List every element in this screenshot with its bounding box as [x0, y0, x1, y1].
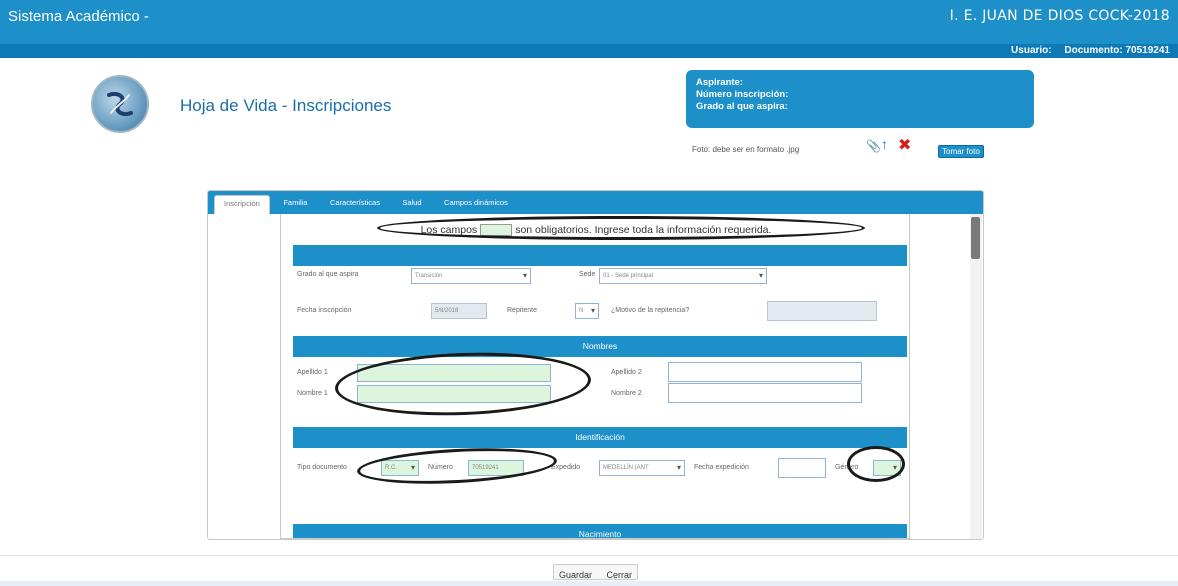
apellido2-input[interactable] [668, 362, 862, 382]
tab-bar: Inscripción Familia Características Salu… [208, 191, 983, 214]
tab-salud[interactable]: Salud [393, 195, 430, 214]
school-name: I. E. JUAN DE DIOS COCK-2018 [949, 8, 1170, 24]
page-title: Hoja de Vida - Inscripciones [180, 96, 392, 115]
save-button[interactable]: Guardar [554, 568, 597, 582]
logo-swirl-icon [107, 92, 133, 116]
doc-type-select[interactable]: R.C. [381, 460, 419, 476]
tab-campos-dinamicos[interactable]: Campos dinámicos [435, 195, 517, 214]
repeater-select[interactable]: N [575, 303, 599, 319]
apellido1-input[interactable] [357, 364, 551, 382]
applicant-name-label: Aspirante: [696, 77, 743, 88]
notice-after: son obligatorios. Ingrese toda la inform… [515, 224, 772, 236]
names-highlight-scribble [333, 348, 593, 420]
nombres-section-header: Nombres [293, 336, 907, 357]
doc-type-label: Tipo documento [297, 464, 347, 471]
tab-caracteristicas[interactable]: Características [321, 195, 389, 214]
nombre2-label: Nombre 2 [611, 390, 642, 397]
registration-date-label: Fecha inscripción [297, 307, 352, 314]
gender-label: Género [835, 464, 859, 471]
registration-date-field[interactable]: 5/8/2018 [431, 303, 487, 319]
tab-familia[interactable]: Familia [274, 195, 316, 214]
user-bar: Usuario: Documento: 70519241 [0, 44, 1178, 58]
user-info: Usuario: Documento: 70519241 [1001, 45, 1170, 56]
user-label: Usuario: [1011, 45, 1052, 56]
photo-format-hint: Foto: debe ser en formato .jpg [692, 145, 800, 154]
tab-inscripcion[interactable]: Inscripción [214, 195, 270, 214]
attach-photo-icon[interactable]: 📎 [866, 139, 881, 153]
issue-date-field[interactable] [778, 458, 826, 478]
nacimiento-section-header: Nacimiento [293, 524, 907, 538]
nombre1-input[interactable] [357, 385, 551, 403]
nombre1-label: Nombre 1 [297, 390, 328, 397]
take-photo-button[interactable]: Tomar foto [938, 145, 984, 158]
registration-panel: Inscripción Familia Características Salu… [207, 190, 984, 540]
issue-date-label: Fecha expedición [694, 464, 749, 471]
form-scrollbar[interactable] [970, 214, 982, 539]
applicant-info-box: Aspirante: Número inscripción: Grado al … [686, 70, 1034, 128]
notice-before: Los campos [420, 224, 478, 236]
repeat-reason-label: ¿Motivo de la repitencia? [611, 307, 690, 314]
issued-in-label: Expedido [551, 464, 581, 471]
sede-select[interactable]: 01 - Sede principal [599, 268, 767, 284]
upload-arrow-icon[interactable]: ↑ [881, 136, 888, 152]
delete-photo-icon[interactable]: ✖ [898, 135, 911, 155]
aspired-grade-label: Grado al que aspira: [696, 101, 788, 112]
document-label: Documento: 70519241 [1064, 45, 1170, 56]
doc-number-field[interactable]: 70519241 [468, 460, 524, 476]
close-button[interactable]: Cerrar [601, 568, 637, 582]
doc-number-label: Número [428, 464, 453, 471]
grade-select[interactable]: Transición [411, 268, 531, 284]
gender-select[interactable] [873, 460, 901, 476]
identificacion-section-header: Identificación [293, 427, 907, 448]
school-logo [91, 75, 149, 133]
required-color-swatch [480, 224, 513, 237]
repeater-label: Repitente [507, 307, 537, 314]
issued-in-select[interactable]: MEDELLÍN (ANT [599, 460, 685, 476]
grade-label: Grado al que aspira [297, 271, 359, 278]
scrollbar-thumb[interactable] [971, 217, 980, 259]
apellido1-label: Apellido 1 [297, 369, 328, 376]
nombre2-input[interactable] [668, 383, 862, 403]
inscripcion-section-header [293, 245, 907, 266]
repeat-reason-field[interactable] [767, 301, 877, 321]
top-bar: Sistema Académico - I. E. JUAN DE DIOS C… [0, 0, 1178, 44]
apellido2-label: Apellido 2 [611, 369, 642, 376]
footer-button-group: Guardar Cerrar [553, 564, 638, 580]
sede-label: Sede [579, 271, 596, 278]
registration-number-label: Número inscripción: [696, 89, 789, 100]
bottom-status-line [0, 581, 1178, 586]
form-content: Los campos son obligatorios. Ingrese toda… [280, 214, 910, 539]
app-title: Sistema Académico - [8, 8, 149, 25]
required-fields-notice: Los campos son obligatorios. Ingrese toda… [281, 224, 909, 237]
